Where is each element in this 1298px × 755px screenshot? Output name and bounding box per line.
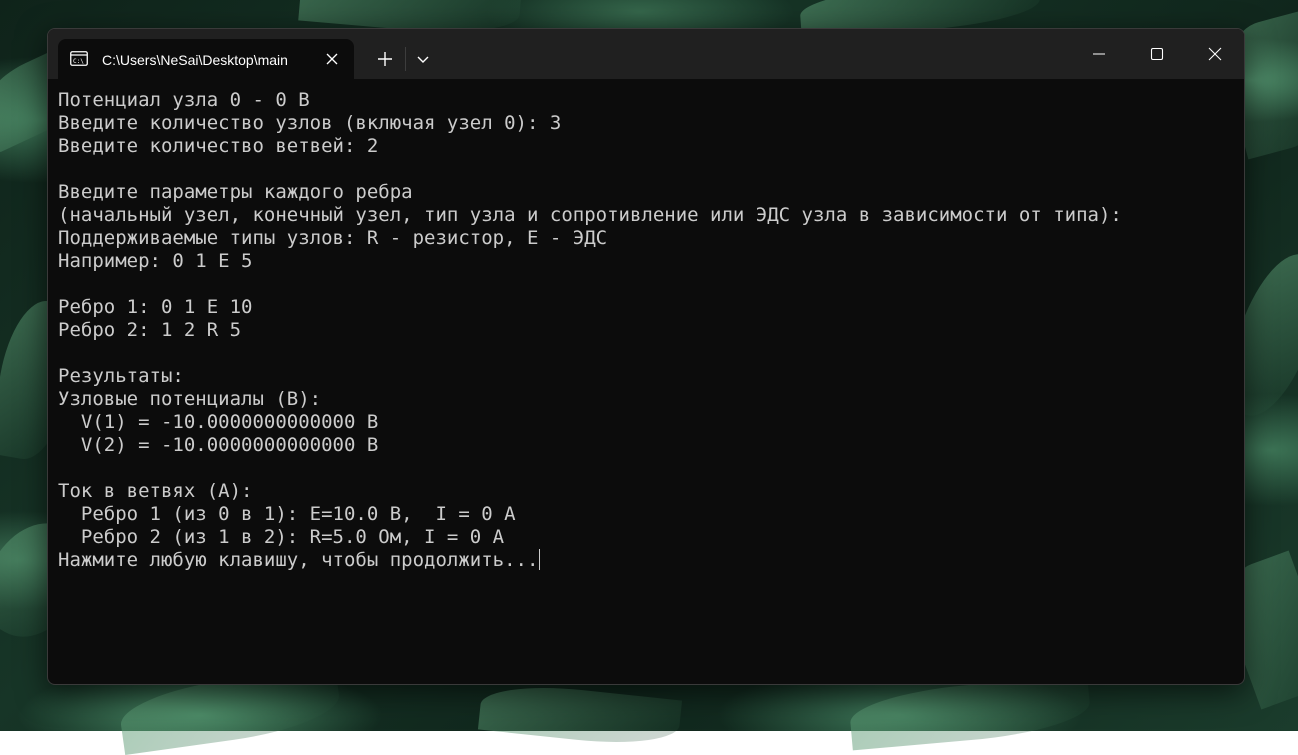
terminal-line: Введите параметры каждого ребра	[58, 181, 413, 203]
terminal-line: Потенциал узла 0 - 0 В	[58, 89, 310, 111]
minimize-button[interactable]	[1070, 29, 1128, 79]
terminal-line: Введите количество узлов (включая узел 0…	[58, 112, 562, 134]
terminal-window: C:\ C:\Users\NeSai\Desktop\main Потенциа…	[47, 28, 1245, 685]
terminal-line: Узловые потенциалы (В):	[58, 388, 322, 410]
terminal-line: Поддерживаемые типы узлов: R - резистор,…	[58, 227, 608, 249]
terminal-output[interactable]: Потенциал узла 0 - 0 В Введите количеств…	[58, 89, 1234, 679]
terminal-icon: C:\	[70, 51, 88, 66]
close-button[interactable]	[1186, 29, 1244, 79]
minimize-icon	[1093, 53, 1105, 55]
chevron-down-icon[interactable]	[411, 47, 435, 71]
wallpaper-leaf	[477, 679, 683, 751]
terminal-line: Ребро 2 (из 1 в 2): R=5.0 Ом, I = 0 А	[58, 526, 505, 548]
plus-icon[interactable]	[371, 45, 399, 73]
title-bar[interactable]: C:\ C:\Users\NeSai\Desktop\main	[48, 29, 1244, 79]
prompt-text: Нажмите любую клавишу, чтобы продолжить.…	[58, 549, 539, 571]
terminal-prompt-line: Нажмите любую клавишу, чтобы продолжить.…	[58, 549, 1234, 572]
terminal-tab[interactable]: C:\ C:\Users\NeSai\Desktop\main	[58, 39, 354, 79]
text-cursor	[539, 549, 541, 570]
close-icon[interactable]	[322, 49, 342, 69]
tab-title: C:\Users\NeSai\Desktop\main	[102, 52, 288, 68]
maximize-button[interactable]	[1128, 29, 1186, 79]
terminal-line: Ребро 2: 1 2 R 5	[58, 319, 242, 341]
terminal-line: V(1) = -10.0000000000000 В	[58, 411, 379, 433]
close-icon	[1208, 47, 1222, 61]
wallpaper-leaf	[848, 674, 1092, 751]
terminal-line: Ребро 1 (из 0 в 1): E=10.0 В, I = 0 А	[58, 503, 516, 525]
terminal-line: V(2) = -10.0000000000000 В	[58, 434, 379, 456]
terminal-line: Ток в ветвях (А):	[58, 480, 253, 502]
terminal-line: Ребро 1: 0 1 E 10	[58, 296, 253, 318]
terminal-line: Результаты:	[58, 365, 184, 387]
terminal-line: Например: 0 1 E 5	[58, 250, 253, 272]
maximize-icon	[1150, 47, 1164, 61]
tab-separator	[405, 47, 406, 71]
terminal-line: (начальный узел, конечный узел, тип узла…	[58, 204, 1122, 226]
svg-text:C:\: C:\	[73, 58, 84, 65]
terminal-line: Введите количество ветвей: 2	[58, 135, 379, 157]
